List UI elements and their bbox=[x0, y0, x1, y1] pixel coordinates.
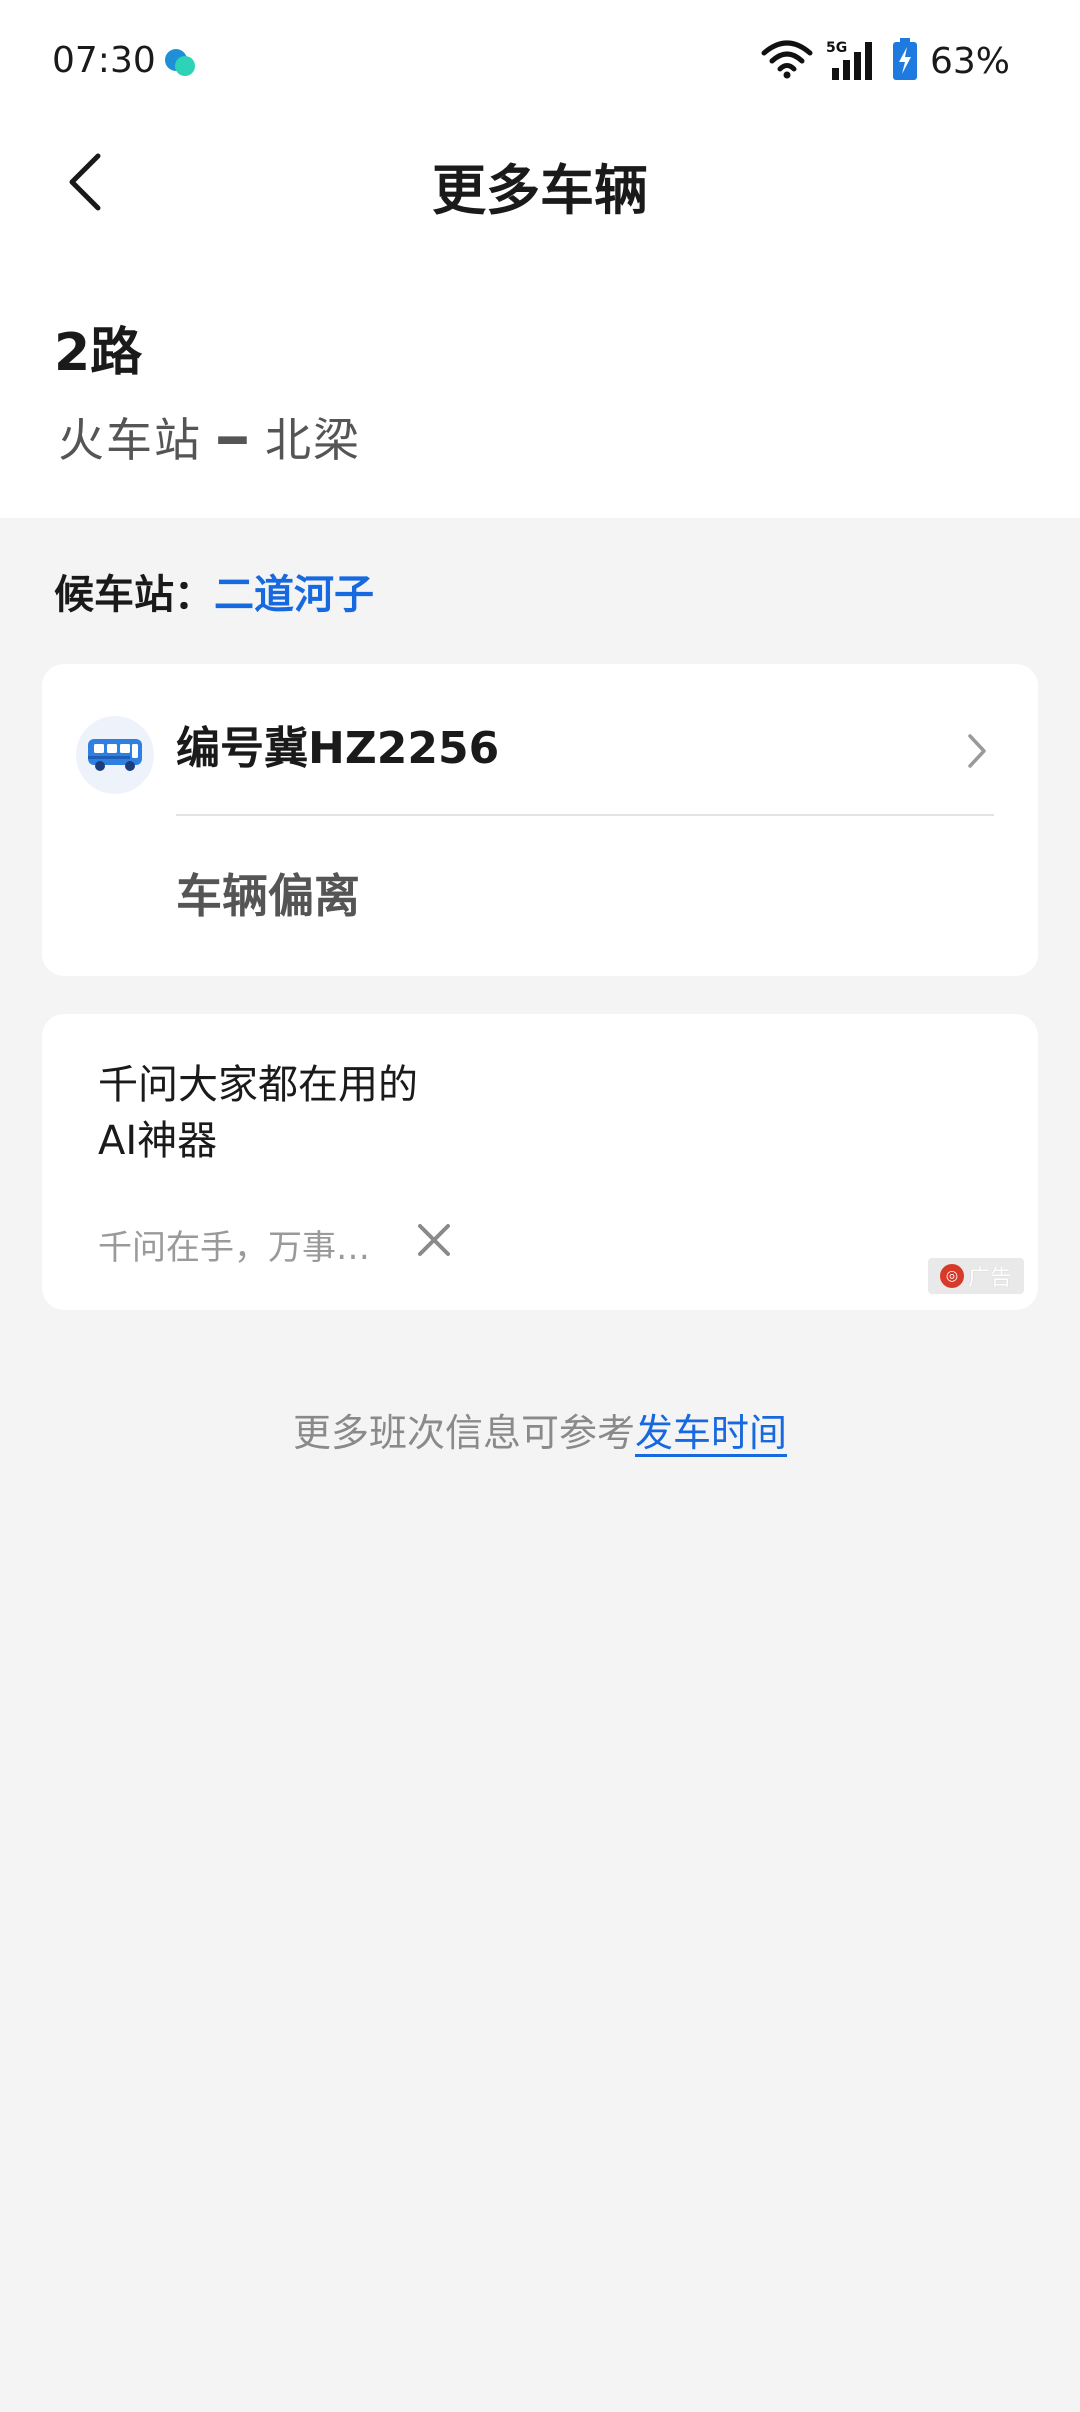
page-title: 更多车辆 bbox=[432, 159, 648, 222]
cellular-signal-icon: 5G bbox=[826, 38, 880, 84]
departure-time-link[interactable]: 发车时间 bbox=[635, 1411, 787, 1455]
waiting-station-row: 候车站：二道河子 bbox=[54, 562, 374, 620]
bus-icon bbox=[76, 716, 154, 794]
ad-title-line2: AI神器 bbox=[98, 1118, 218, 1164]
svg-text:5G: 5G bbox=[826, 40, 847, 56]
ad-description: 千问在手，万事… bbox=[98, 1228, 370, 1268]
vehicle-status: 车辆偏离 bbox=[176, 869, 360, 923]
battery-percentage: 63% bbox=[929, 40, 1010, 82]
battery-icon bbox=[892, 38, 918, 84]
notification-app-icon bbox=[160, 44, 200, 80]
vehicle-id: 编号冀HZ2256 bbox=[176, 723, 500, 774]
vehicle-card[interactable]: 编号冀HZ2256 车辆偏离 bbox=[42, 664, 1038, 976]
ad-badge: ◎ 广告 bbox=[928, 1258, 1024, 1294]
route-direction: 火车站 ━ 北梁 bbox=[58, 413, 361, 467]
ad-title-line1: 千问大家都在用的 bbox=[98, 1062, 418, 1108]
route-name: 2路 bbox=[54, 323, 143, 383]
status-time: 07:30 bbox=[52, 40, 156, 81]
chevron-right-icon bbox=[960, 724, 994, 778]
close-icon[interactable] bbox=[414, 1220, 454, 1260]
footer-note-text: 更多班次信息可参考 bbox=[292, 1411, 635, 1455]
waiting-station-label: 候车站： bbox=[54, 572, 214, 618]
status-icons: 5G 63% bbox=[760, 36, 1010, 86]
ad-badge-label: 广告 bbox=[967, 1266, 1012, 1291]
wifi-icon bbox=[760, 39, 814, 83]
divider bbox=[176, 814, 994, 816]
waiting-station-name[interactable]: 二道河子 bbox=[214, 572, 374, 618]
ad-logo-icon: ◎ bbox=[939, 1264, 964, 1288]
footer-note: 更多班次信息可参考发车时间 bbox=[0, 1402, 1080, 1457]
ad-card[interactable]: 千问大家都在用的 AI神器 千问在手，万事… ◎ 广告 bbox=[42, 1014, 1038, 1310]
